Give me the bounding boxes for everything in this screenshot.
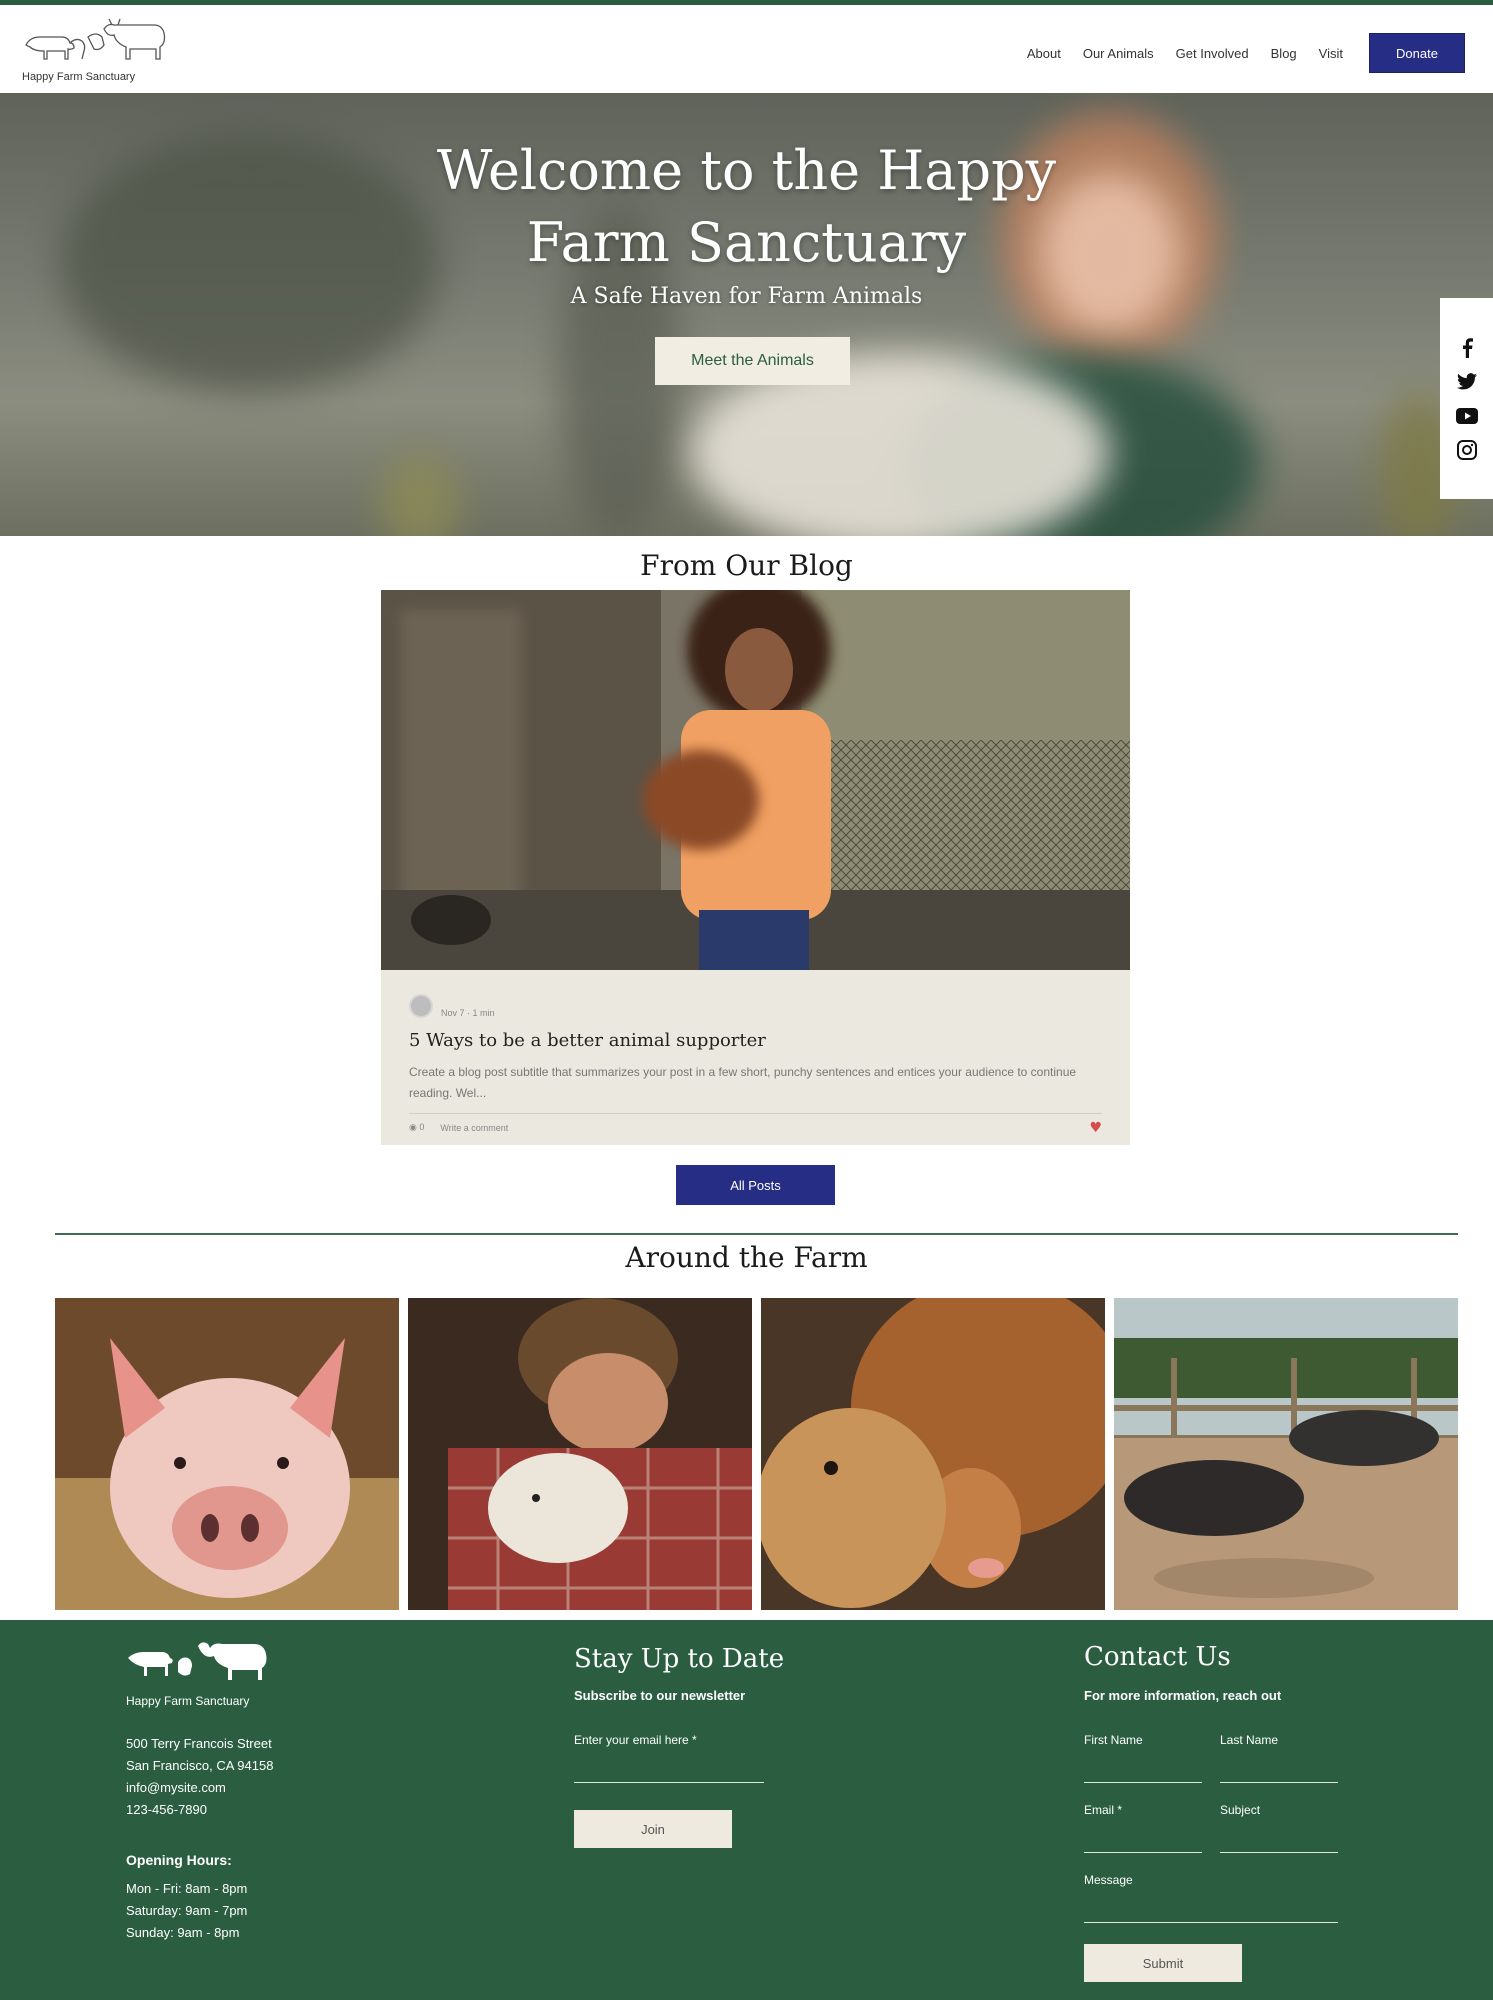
hours-sunday: Sunday: 9am - 8pm — [126, 1925, 240, 1940]
address-street: 500 Terry Francois Street — [126, 1736, 272, 1751]
newsletter-title: Stay Up to Date — [574, 1644, 785, 1674]
submit-button[interactable]: Submit — [1084, 1944, 1242, 1982]
hero-bg-post — [380, 453, 460, 536]
instagram-icon[interactable] — [1456, 439, 1478, 461]
post-divider — [409, 1113, 1102, 1114]
newsletter-email-underline — [574, 1782, 764, 1783]
twitter-icon[interactable] — [1456, 371, 1478, 393]
write-comment-link[interactable]: Write a comment — [440, 1123, 508, 1133]
email-label: Email * — [1084, 1803, 1123, 1817]
gallery-image-pig[interactable] — [55, 1298, 399, 1610]
footer-address: 500 Terry Francois Street San Francisco,… — [126, 1733, 273, 1821]
author-avatar[interactable] — [409, 994, 433, 1018]
footer-phone: 123-456-7890 — [126, 1802, 207, 1817]
gallery-image-cow-and-calf[interactable] — [761, 1298, 1105, 1610]
social-bar — [1440, 298, 1493, 499]
first-name-label: First Name — [1084, 1733, 1143, 1747]
meet-the-animals-button[interactable]: Meet the Animals — [655, 337, 850, 385]
message-label: Message — [1084, 1873, 1133, 1887]
youtube-icon[interactable] — [1455, 405, 1478, 427]
section-divider — [55, 1233, 1458, 1235]
subject-label: Subject — [1220, 1803, 1261, 1817]
farm-section-title: Around the Farm — [625, 1241, 868, 1274]
logo-text: Happy Farm Sanctuary — [22, 71, 136, 83]
first-name-input[interactable] — [1084, 1752, 1202, 1778]
opening-hours-title: Opening Hours: — [126, 1852, 232, 1868]
contact-title: Contact Us — [1084, 1642, 1231, 1672]
hero-banner: Welcome to the Happy Farm Sanctuary A Sa… — [0, 93, 1493, 536]
last-name-underline — [1220, 1782, 1338, 1783]
blog-post-card[interactable]: Nov 7 · 1 min 5 Ways to be a better anim… — [381, 590, 1130, 1145]
hero-title-line2: Farm Sanctuary — [526, 211, 967, 274]
email-input[interactable] — [1084, 1822, 1202, 1848]
nav-our-animals[interactable]: Our Animals — [1083, 46, 1154, 61]
farm-animals-logo-icon — [128, 1642, 267, 1680]
gallery-image-pigs-resting[interactable] — [1114, 1298, 1458, 1610]
footer-logo[interactable] — [126, 1636, 276, 1692]
views-indicator: ◉ 0 — [409, 1122, 424, 1133]
all-posts-button[interactable]: All Posts — [676, 1165, 835, 1205]
site-logo[interactable]: Happy Farm Sanctuary — [20, 15, 170, 87]
hero-title: Welcome to the Happy Farm Sanctuary — [0, 135, 1493, 279]
site-header: Happy Farm Sanctuary About Our Animals G… — [0, 5, 1493, 93]
nav-about[interactable]: About — [1027, 46, 1061, 61]
subject-underline — [1220, 1852, 1338, 1853]
eye-icon: ◉ — [409, 1122, 417, 1132]
gallery-image-man-with-lamb[interactable] — [408, 1298, 752, 1610]
like-heart-icon[interactable]: ♥ — [1089, 1120, 1102, 1136]
message-input[interactable] — [1084, 1892, 1338, 1918]
newsletter-email-input[interactable] — [574, 1752, 764, 1778]
email-underline — [1084, 1852, 1202, 1853]
main-nav: About Our Animals Get Involved Blog Visi… — [1027, 33, 1465, 73]
post-excerpt: Create a blog post subtitle that summari… — [409, 1065, 1077, 1100]
newsletter-email-label: Enter your email here * — [574, 1733, 697, 1747]
blog-section-title: From Our Blog — [640, 549, 853, 582]
nav-visit[interactable]: Visit — [1319, 46, 1343, 61]
first-name-underline — [1084, 1782, 1202, 1783]
facebook-icon[interactable] — [1456, 337, 1478, 359]
hours-saturday: Saturday: 9am - 7pm — [126, 1903, 248, 1918]
hero-title-line1: Welcome to the Happy — [436, 139, 1057, 202]
nav-blog[interactable]: Blog — [1271, 46, 1297, 61]
join-button[interactable]: Join — [574, 1810, 732, 1848]
site-footer: Happy Farm Sanctuary 500 Terry Francois … — [0, 1620, 1493, 2000]
last-name-input[interactable] — [1220, 1752, 1338, 1778]
post-title[interactable]: 5 Ways to be a better animal supporter — [409, 1030, 766, 1051]
farm-animals-logo-icon — [25, 18, 166, 60]
farm-gallery — [55, 1298, 1458, 1610]
footer-logo-text: Happy Farm Sanctuary — [126, 1694, 250, 1708]
views-count: 0 — [419, 1122, 425, 1132]
newsletter-subtitle: Subscribe to our newsletter — [574, 1688, 746, 1703]
post-meta: Nov 7 · 1 min — [409, 994, 495, 1018]
opening-hours: Mon - Fri: 8am - 8pm Saturday: 9am - 7pm… — [126, 1878, 247, 1944]
address-city: San Francisco, CA 94158 — [126, 1758, 274, 1773]
nav-get-involved[interactable]: Get Involved — [1176, 46, 1249, 61]
donate-button[interactable]: Donate — [1369, 33, 1465, 73]
hero-subtitle: A Safe Haven for Farm Animals — [570, 284, 923, 309]
post-stats: ◉ 0 Write a comment — [409, 1122, 508, 1133]
message-underline — [1084, 1922, 1338, 1923]
subject-input[interactable] — [1220, 1822, 1338, 1848]
girl-with-chicken-image — [381, 590, 1130, 970]
hours-weekdays: Mon - Fri: 8am - 8pm — [126, 1881, 248, 1896]
footer-email-link[interactable]: info@mysite.com — [126, 1777, 273, 1799]
post-date: Nov 7 · 1 min — [441, 1008, 495, 1018]
last-name-label: Last Name — [1220, 1733, 1279, 1747]
contact-subtitle: For more information, reach out — [1084, 1688, 1282, 1703]
blog-post-image[interactable] — [381, 590, 1130, 970]
